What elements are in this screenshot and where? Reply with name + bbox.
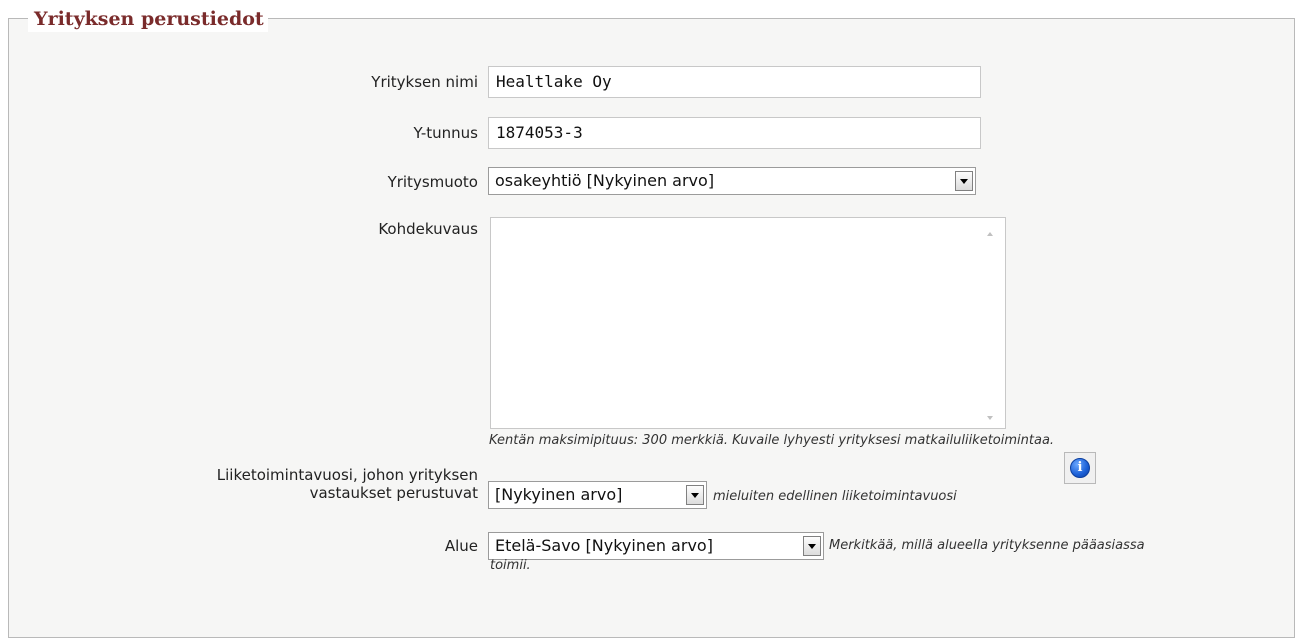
region-hint-line1: Merkitkää, millä alueella yrityksenne pä… [829,538,1145,553]
region-hint-line2: toimii. [490,558,531,573]
business-id-label: Y-tunnus [413,124,478,142]
chevron-down-icon[interactable] [803,536,821,556]
info-icon: i [1070,458,1090,478]
fiscal-year-select[interactable]: [Nykyinen arvo] [488,481,707,509]
fiscal-year-label-line1: Liiketoimintavuosi, johon yrityksen [216,466,478,484]
business-id-input[interactable]: 1874053-3 [488,117,981,149]
description-textarea[interactable] [490,217,1006,429]
region-label: Alue [444,537,478,555]
company-name-label: Yrityksen nimi [371,73,478,91]
company-form-label: Yritysmuoto [387,173,478,191]
company-name-input[interactable]: Healtlake Oy [488,66,981,98]
scroll-up-icon[interactable] [987,232,993,236]
info-button[interactable]: i [1064,452,1096,484]
region-select[interactable]: Etelä-Savo [Nykyinen arvo] [488,532,824,560]
chevron-down-icon[interactable] [686,485,704,505]
description-label: Kohdekuvaus [378,220,478,238]
chevron-down-icon[interactable] [955,171,973,191]
scroll-down-icon[interactable] [987,416,993,420]
fiscal-year-label-line2: vastaukset perustuvat [309,484,478,502]
company-form-value: osakeyhtiö [Nykyinen arvo] [495,171,715,190]
fiscal-year-hint: mieluiten edellinen liiketoimintavuosi [713,489,957,504]
section-title: Yrityksen perustiedot [28,6,268,32]
fiscal-year-value: [Nykyinen arvo] [495,485,623,504]
company-form-select[interactable]: osakeyhtiö [Nykyinen arvo] [488,167,976,195]
description-hint: Kentän maksimipituus: 300 merkkiä. Kuvai… [489,433,1055,448]
region-value: Etelä-Savo [Nykyinen arvo] [495,536,713,555]
